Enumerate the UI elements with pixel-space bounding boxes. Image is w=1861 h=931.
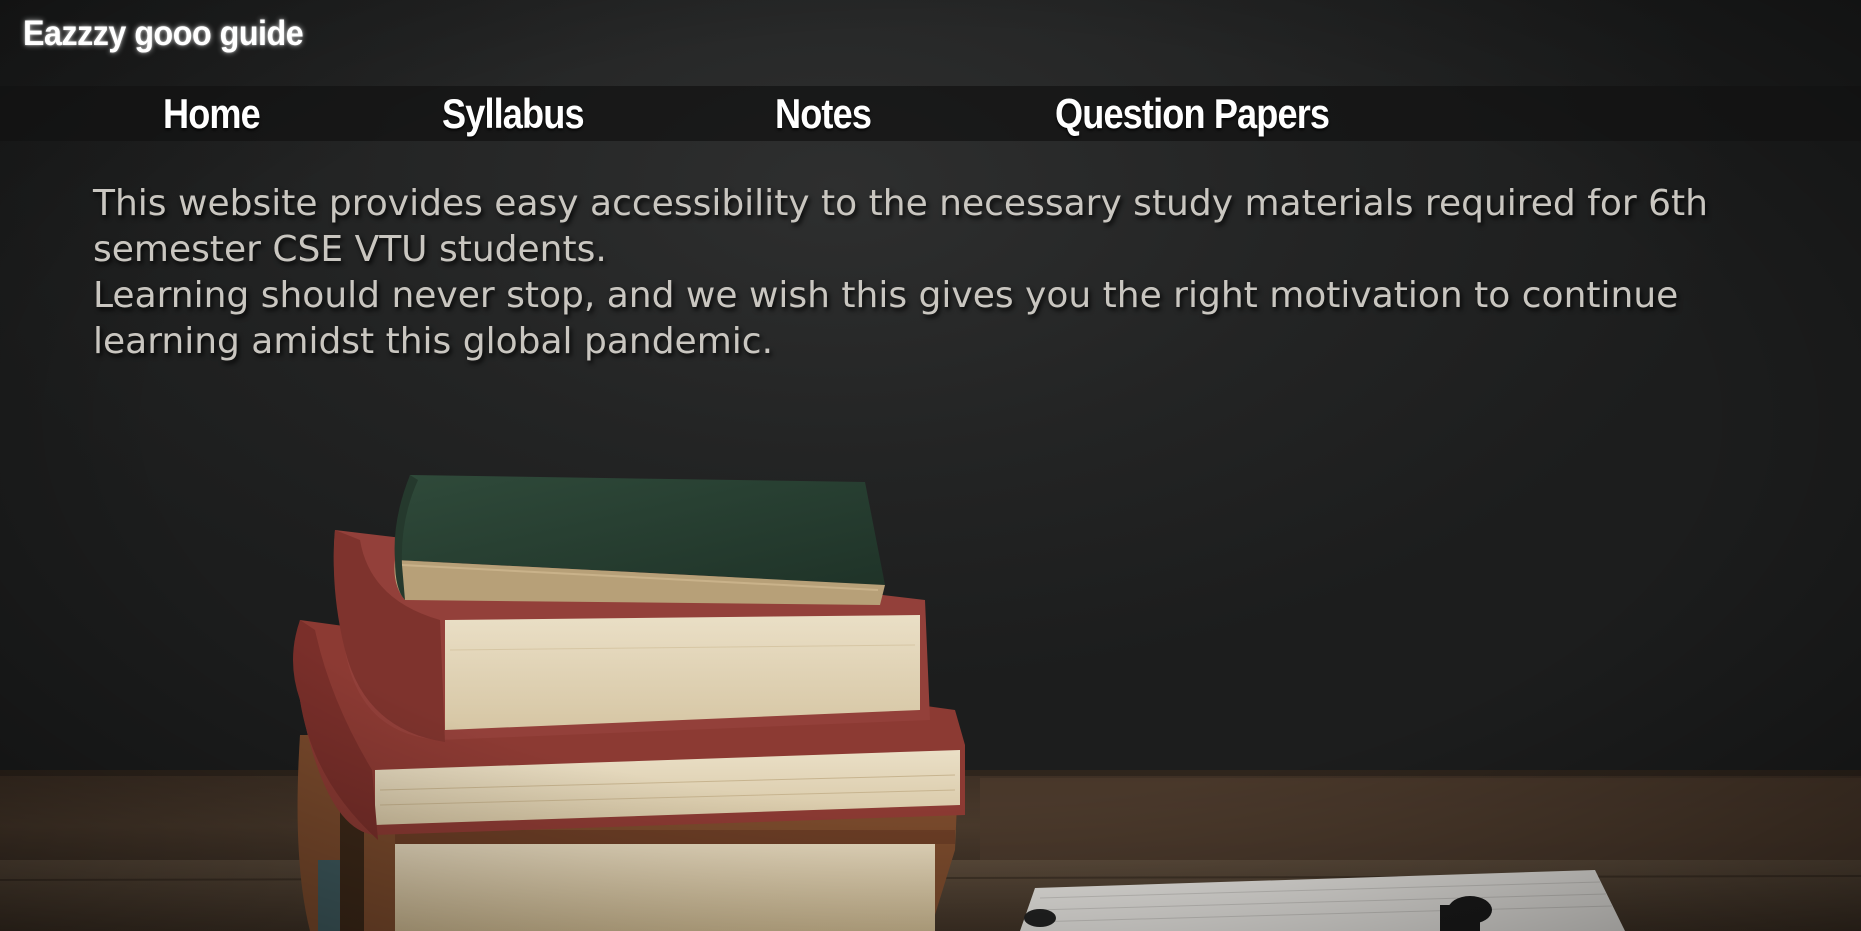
intro-paragraph-2: Learning should never stop, and we wish …	[93, 275, 1679, 362]
intro-text: This website provides easy accessibility…	[93, 181, 1813, 365]
main-navigation: Home Syllabus Notes Question Papers	[0, 86, 1861, 141]
nav-syllabus-link[interactable]: Syllabus	[442, 86, 585, 141]
site-title: Eazzzy gooo guide	[23, 14, 304, 53]
page: Eazzzy gooo guide Home Syllabus Notes Qu…	[0, 0, 1861, 931]
nav-question-papers-link[interactable]: Question Papers	[1055, 86, 1330, 141]
nav-notes-link[interactable]: Notes	[775, 86, 872, 141]
nav-home-link[interactable]: Home	[163, 86, 261, 141]
intro-paragraph-1: This website provides easy accessibility…	[93, 183, 1708, 270]
